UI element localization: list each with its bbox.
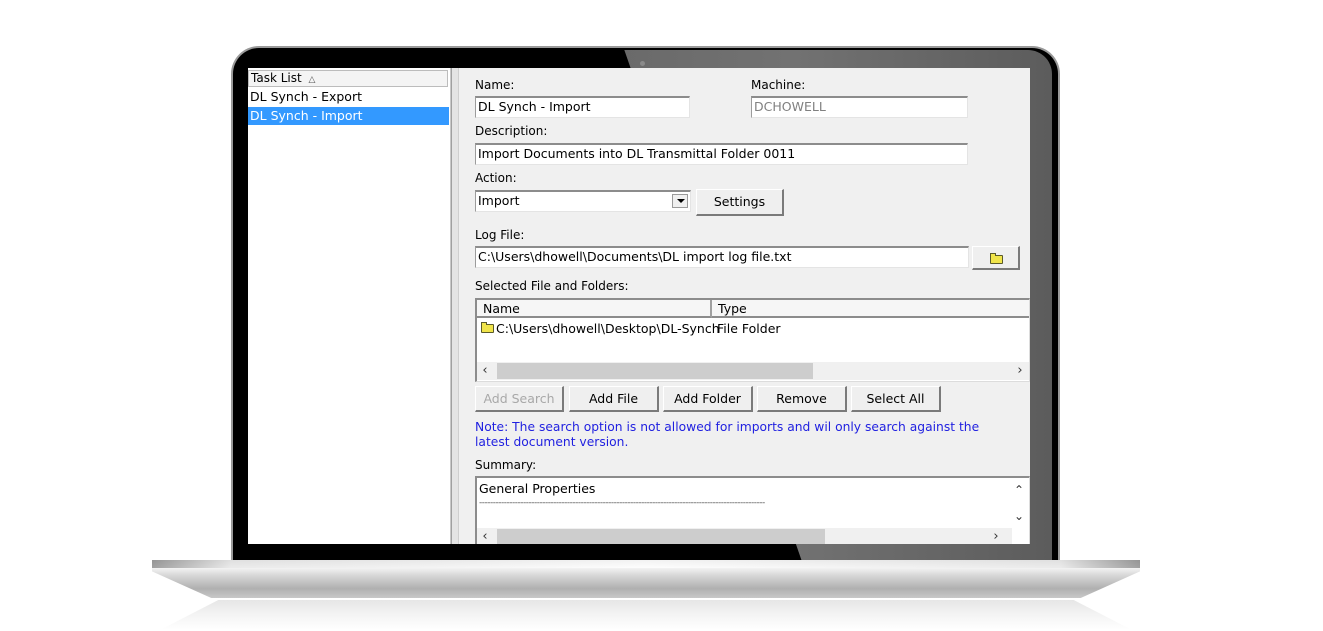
task-list-item-label: DL Synch - Export [250,89,362,104]
action-dropdown[interactable]: Import [475,190,691,212]
browse-log-file-button[interactable] [972,246,1020,270]
scroll-left-icon[interactable]: ‹ [477,528,493,544]
column-header-name[interactable]: Name [477,300,712,318]
summary-textbox[interactable]: General Properties ---------------------… [475,476,1030,544]
folder-icon [481,322,494,333]
summary-line: ----------------------------------------… [479,498,765,508]
laptop-base-highlight [152,560,1140,568]
task-list-item-selected[interactable]: DL Synch - Import [248,107,449,125]
selected-files-list[interactable]: Name Type C:\Users\dhowell\Desktop\DL-Sy… [475,298,1030,382]
app-window: Task List △ DL Synch - Export DL Synch -… [248,68,1030,544]
task-list-item-label: DL Synch - Import [250,108,363,123]
action-dropdown-value: Import [478,193,520,208]
chevron-down-icon[interactable] [672,194,688,208]
add-folder-button[interactable]: Add Folder [663,386,753,412]
camera-icon [640,61,645,66]
add-file-button[interactable]: Add File [569,386,659,412]
action-label: Action: [475,171,517,185]
add-search-button: Add Search [475,386,564,412]
sort-ascending-icon: △ [308,75,316,85]
scroll-down-icon[interactable]: ⌄ [1011,508,1027,524]
machine-label: Machine: [751,78,806,92]
scroll-right-icon[interactable]: › [988,528,1004,544]
import-note: Note: The search option is not allowed f… [475,420,980,449]
machine-field: DCHOWELL [751,96,968,118]
remove-button[interactable]: Remove [757,386,847,412]
row-name-cell: C:\Users\dhowell\Desktop\DL-Synch [496,321,720,336]
task-list-pane: Task List △ DL Synch - Export DL Synch -… [248,68,451,544]
task-list-header[interactable]: Task List △ [248,70,448,87]
task-details-form: Name: DL Synch - Import Machine: DCHOWEL… [458,68,1030,544]
settings-button[interactable]: Settings [696,189,784,216]
scroll-left-icon[interactable]: ‹ [477,362,493,380]
scrollbar-thumb[interactable] [497,363,813,379]
log-file-field[interactable]: C:\Users\dhowell\Documents\DL import log… [475,246,969,268]
select-all-button[interactable]: Select All [851,386,941,412]
row-type-cell: File Folder [717,321,781,336]
summary-label: Summary: [475,458,537,472]
folder-icon [990,253,1003,264]
scrollbar-thumb[interactable] [497,529,825,544]
scroll-up-icon[interactable]: ⌃ [1011,482,1027,498]
name-label: Name: [475,78,515,92]
log-file-label: Log File: [475,228,525,242]
name-field[interactable]: DL Synch - Import [475,96,690,118]
description-field[interactable]: Import Documents into DL Transmittal Fol… [475,143,968,165]
selected-files-label: Selected File and Folders: [475,279,629,293]
scroll-right-icon[interactable]: › [1012,362,1028,380]
column-header-type[interactable]: Type [712,300,1029,318]
description-label: Description: [475,124,548,138]
task-list-header-label: Task List [251,71,302,85]
laptop-reflection [160,600,1132,630]
horizontal-scrollbar[interactable]: ‹ › [477,528,1012,544]
horizontal-scrollbar[interactable]: ‹ › [477,362,1029,380]
task-list-item[interactable]: DL Synch - Export [248,88,449,106]
